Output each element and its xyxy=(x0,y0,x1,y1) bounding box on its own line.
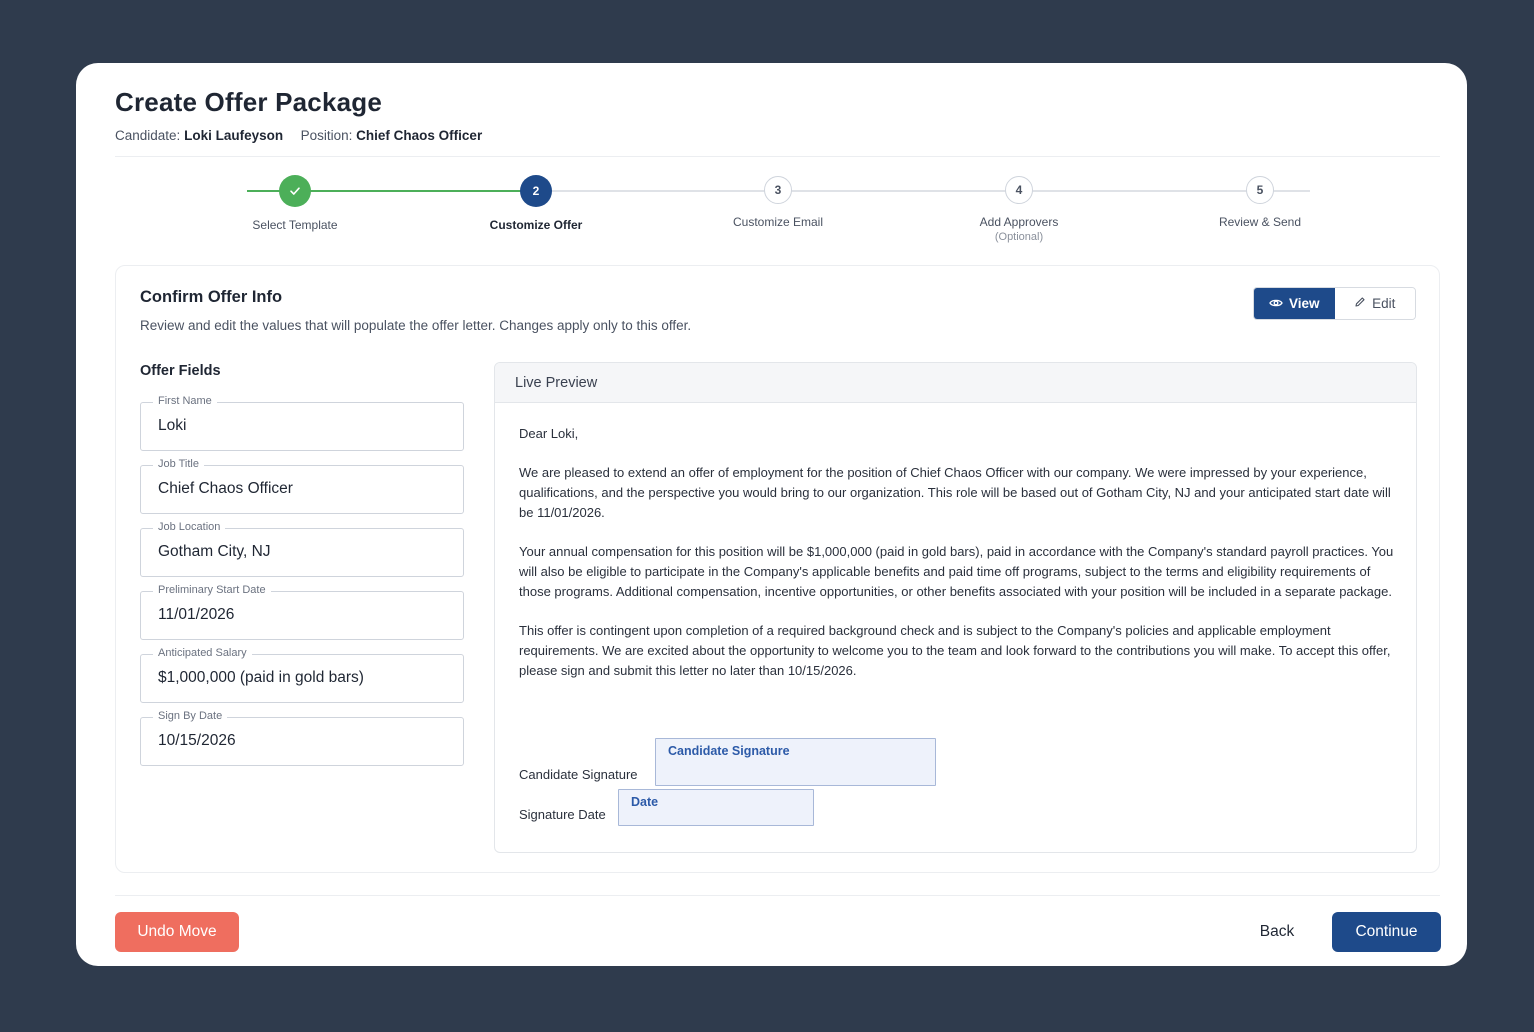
step-label: Customize Offer xyxy=(489,218,583,232)
step-select-template[interactable]: Select Template xyxy=(215,175,375,232)
letter-paragraph: We are pleased to extend an offer of emp… xyxy=(519,465,1391,520)
view-label: View xyxy=(1288,296,1320,311)
progress-stepper: Select Template 2 Customize Offer 3 Cust… xyxy=(76,63,1467,263)
field-label: Anticipated Salary xyxy=(153,647,252,659)
undo-move-button[interactable]: Undo Move xyxy=(115,912,239,952)
field-value: Loki xyxy=(158,417,187,434)
field-label: Job Location xyxy=(153,521,226,533)
letter-greeting: Dear Loki, xyxy=(519,426,579,441)
step-number: 2 xyxy=(520,175,552,207)
step-label: Review & Send xyxy=(1218,215,1302,229)
step-number: 4 xyxy=(1005,176,1033,204)
step-label: Select Template xyxy=(252,218,338,232)
step-customize-offer[interactable]: 2 Customize Offer xyxy=(456,175,616,232)
step-add-approvers[interactable]: 4 Add Approvers (Optional) xyxy=(939,176,1099,243)
live-preview: Live Preview Dear Loki, We are pleased t… xyxy=(494,362,1417,853)
salary-field[interactable]: Anticipated Salary $1,000,000 (paid in g… xyxy=(140,647,464,703)
field-value: 10/15/2026 xyxy=(158,732,236,749)
edit-button[interactable]: Edit xyxy=(1334,288,1415,319)
pencil-icon xyxy=(1354,296,1366,311)
letter-paragraph: Your annual compensation for this positi… xyxy=(519,544,1394,599)
field-label: Sign By Date xyxy=(153,710,228,722)
view-edit-toggle: View Edit xyxy=(1253,287,1416,320)
check-icon xyxy=(279,175,311,207)
step-label: Customize Email xyxy=(732,215,824,229)
eye-icon xyxy=(1269,296,1283,311)
panel-title: Confirm Offer Info xyxy=(140,288,283,306)
signature-date-label: Signature Date xyxy=(519,807,606,822)
step-customize-email[interactable]: 3 Customize Email xyxy=(698,176,858,229)
field-label: Preliminary Start Date xyxy=(153,584,271,596)
footer-divider xyxy=(115,895,1440,896)
back-button[interactable]: Back xyxy=(1241,912,1313,952)
job-title-field[interactable]: Job Title Chief Chaos Officer xyxy=(140,458,464,514)
field-value: 11/01/2026 xyxy=(158,606,235,623)
offer-fields-title: Offer Fields xyxy=(140,363,221,379)
confirm-offer-panel: Confirm Offer Info Review and edit the v… xyxy=(115,265,1440,873)
step-review-send[interactable]: 5 Review & Send xyxy=(1180,176,1340,229)
offer-package-card: Create Offer Package Candidate: Loki Lau… xyxy=(76,63,1467,966)
view-button[interactable]: View xyxy=(1254,288,1335,319)
step-optional-note: (Optional) xyxy=(994,231,1044,243)
job-location-field[interactable]: Job Location Gotham City, NJ xyxy=(140,521,464,577)
continue-button[interactable]: Continue xyxy=(1332,912,1441,952)
candidate-signature-box[interactable]: Candidate Signature xyxy=(655,738,936,786)
field-value: $1,000,000 (paid in gold bars) xyxy=(158,669,364,686)
panel-description: Review and edit the values that will pop… xyxy=(140,318,692,333)
sign-by-date-field[interactable]: Sign By Date 10/15/2026 xyxy=(140,710,464,766)
first-name-field[interactable]: First Name Loki xyxy=(140,395,464,451)
step-label: Add Approvers xyxy=(979,215,1059,229)
edit-label: Edit xyxy=(1372,296,1396,311)
candidate-signature-label: Candidate Signature xyxy=(519,767,638,782)
field-label: First Name xyxy=(153,395,217,407)
offer-letter: Dear Loki, We are pleased to extend an o… xyxy=(519,424,1399,700)
field-label: Job Title xyxy=(153,458,204,470)
start-date-field[interactable]: Preliminary Start Date 11/01/2026 xyxy=(140,584,464,640)
step-number: 5 xyxy=(1246,176,1274,204)
letter-paragraph: This offer is contingent upon completion… xyxy=(519,623,1391,678)
step-number: 3 xyxy=(764,176,792,204)
signature-date-box[interactable]: Date xyxy=(618,789,814,826)
field-value: Chief Chaos Officer xyxy=(158,480,293,497)
preview-title: Live Preview xyxy=(495,363,1416,403)
field-value: Gotham City, NJ xyxy=(158,543,271,560)
